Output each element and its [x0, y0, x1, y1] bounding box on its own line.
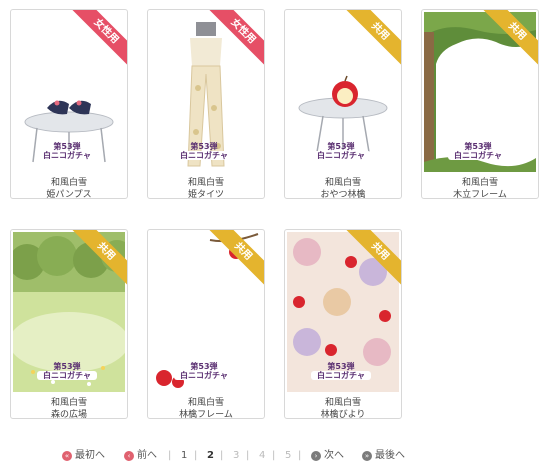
badge-series: 第53弾 [53, 362, 81, 371]
gacha-badge: 第53弾 白ニコガチャ [311, 362, 371, 380]
pager-separator: | [246, 450, 250, 461]
item-series-name: 和風白雪 [187, 398, 224, 408]
badge-gacha: 白ニコガチャ [174, 371, 234, 380]
badge-gacha: 白ニコガチャ [311, 371, 371, 380]
pagination: « 最初へ ‹ 前へ | 1 | 2 | 3 | 4 | 5 | › 次へ » … [0, 448, 545, 464]
pager-separator: | [220, 450, 224, 461]
item-name: 林檎フレーム [179, 410, 233, 419]
gacha-badge: 第53弾 白ニコガチャ [37, 142, 97, 160]
item-card[interactable]: 共用 第53弾 白ニコガチャ 和風白雪 おやつ林檎 [284, 9, 402, 199]
gacha-badge: 第53弾 白ニコガチャ [448, 142, 508, 160]
last-page-link[interactable]: 最後へ [375, 448, 405, 464]
item-series-name: 和風白雪 [50, 398, 87, 408]
item-name: おやつ林檎 [320, 190, 366, 199]
page-3-link[interactable]: 3 [233, 448, 239, 464]
gacha-badge: 第53弾 白ニコガチャ [174, 142, 234, 160]
pager-separator: | [298, 450, 302, 461]
badge-gacha: 白ニコガチャ [37, 151, 97, 160]
prev-page-icon[interactable]: ‹ [124, 451, 134, 461]
next-page-link[interactable]: 次へ [324, 448, 344, 464]
pager-separator: | [194, 450, 198, 461]
item-card[interactable]: 共用 第53弾 白ニコガチャ 和風白雪 林檎びより [284, 229, 402, 419]
pager-separator: | [272, 450, 276, 461]
badge-series: 第53弾 [190, 142, 218, 151]
page-2-current: 2 [207, 450, 214, 461]
first-page-icon[interactable]: « [62, 451, 72, 461]
page-5-link[interactable]: 5 [285, 448, 291, 464]
badge-gacha: 白ニコガチャ [174, 151, 234, 160]
page-1-link[interactable]: 1 [181, 448, 187, 464]
gacha-badge: 第53弾 白ニコガチャ [174, 362, 234, 380]
first-page-link[interactable]: 最初へ [75, 448, 105, 464]
prev-page-link[interactable]: 前へ [137, 448, 157, 464]
item-name: 姫パンプス [46, 190, 92, 199]
item-card[interactable]: 共用 第53弾 白ニコガチャ 和風白雪 林檎フレーム [147, 229, 265, 419]
item-name: 木立フレーム [453, 190, 507, 199]
item-caption[interactable]: 和風白雪 森の広場 [11, 397, 127, 419]
badge-series: 第53弾 [327, 142, 355, 151]
item-card[interactable]: 共用 第53弾 白ニコガチャ 和風白雪 森の広場 [10, 229, 128, 419]
item-name: 林檎びより [320, 410, 366, 419]
item-name: 姫タイツ [187, 190, 224, 199]
item-series-name: 和風白雪 [50, 178, 87, 188]
item-series-name: 和風白雪 [187, 178, 224, 188]
item-series-name: 和風白雪 [324, 398, 361, 408]
badge-series: 第53弾 [53, 142, 81, 151]
gacha-badge: 第53弾 白ニコガチャ [311, 142, 371, 160]
item-caption[interactable]: 和風白雪 おやつ林檎 [285, 177, 401, 199]
badge-series: 第53弾 [327, 362, 355, 371]
item-card[interactable]: 女性用 第53弾 白ニコガチャ 和風白雪 姫タイツ [147, 9, 265, 199]
badge-gacha: 白ニコガチャ [37, 371, 97, 380]
item-card[interactable]: 女性用 第53弾 白ニコガチャ 和風白雪 姫パンプス [10, 9, 128, 199]
next-page-icon[interactable]: › [311, 451, 321, 461]
pager-separator: | [168, 450, 172, 461]
item-caption[interactable]: 和風白雪 姫パンプス [11, 177, 127, 199]
gacha-badge: 第53弾 白ニコガチャ [37, 362, 97, 380]
item-caption[interactable]: 和風白雪 林檎フレーム [148, 397, 264, 419]
item-name: 森の広場 [50, 410, 87, 419]
item-series-name: 和風白雪 [461, 178, 498, 188]
item-caption[interactable]: 和風白雪 林檎びより [285, 397, 401, 419]
badge-series: 第53弾 [464, 142, 492, 151]
last-page-icon[interactable]: » [362, 451, 372, 461]
badge-gacha: 白ニコガチャ [448, 151, 508, 160]
page-4-link[interactable]: 4 [259, 448, 265, 464]
item-card[interactable]: 共用 第53弾 白ニコガチャ 和風白雪 木立フレーム [421, 9, 539, 199]
item-series-name: 和風白雪 [324, 178, 361, 188]
item-caption[interactable]: 和風白雪 木立フレーム [422, 177, 538, 199]
item-caption[interactable]: 和風白雪 姫タイツ [148, 177, 264, 199]
badge-gacha: 白ニコガチャ [311, 151, 371, 160]
badge-series: 第53弾 [190, 362, 218, 371]
